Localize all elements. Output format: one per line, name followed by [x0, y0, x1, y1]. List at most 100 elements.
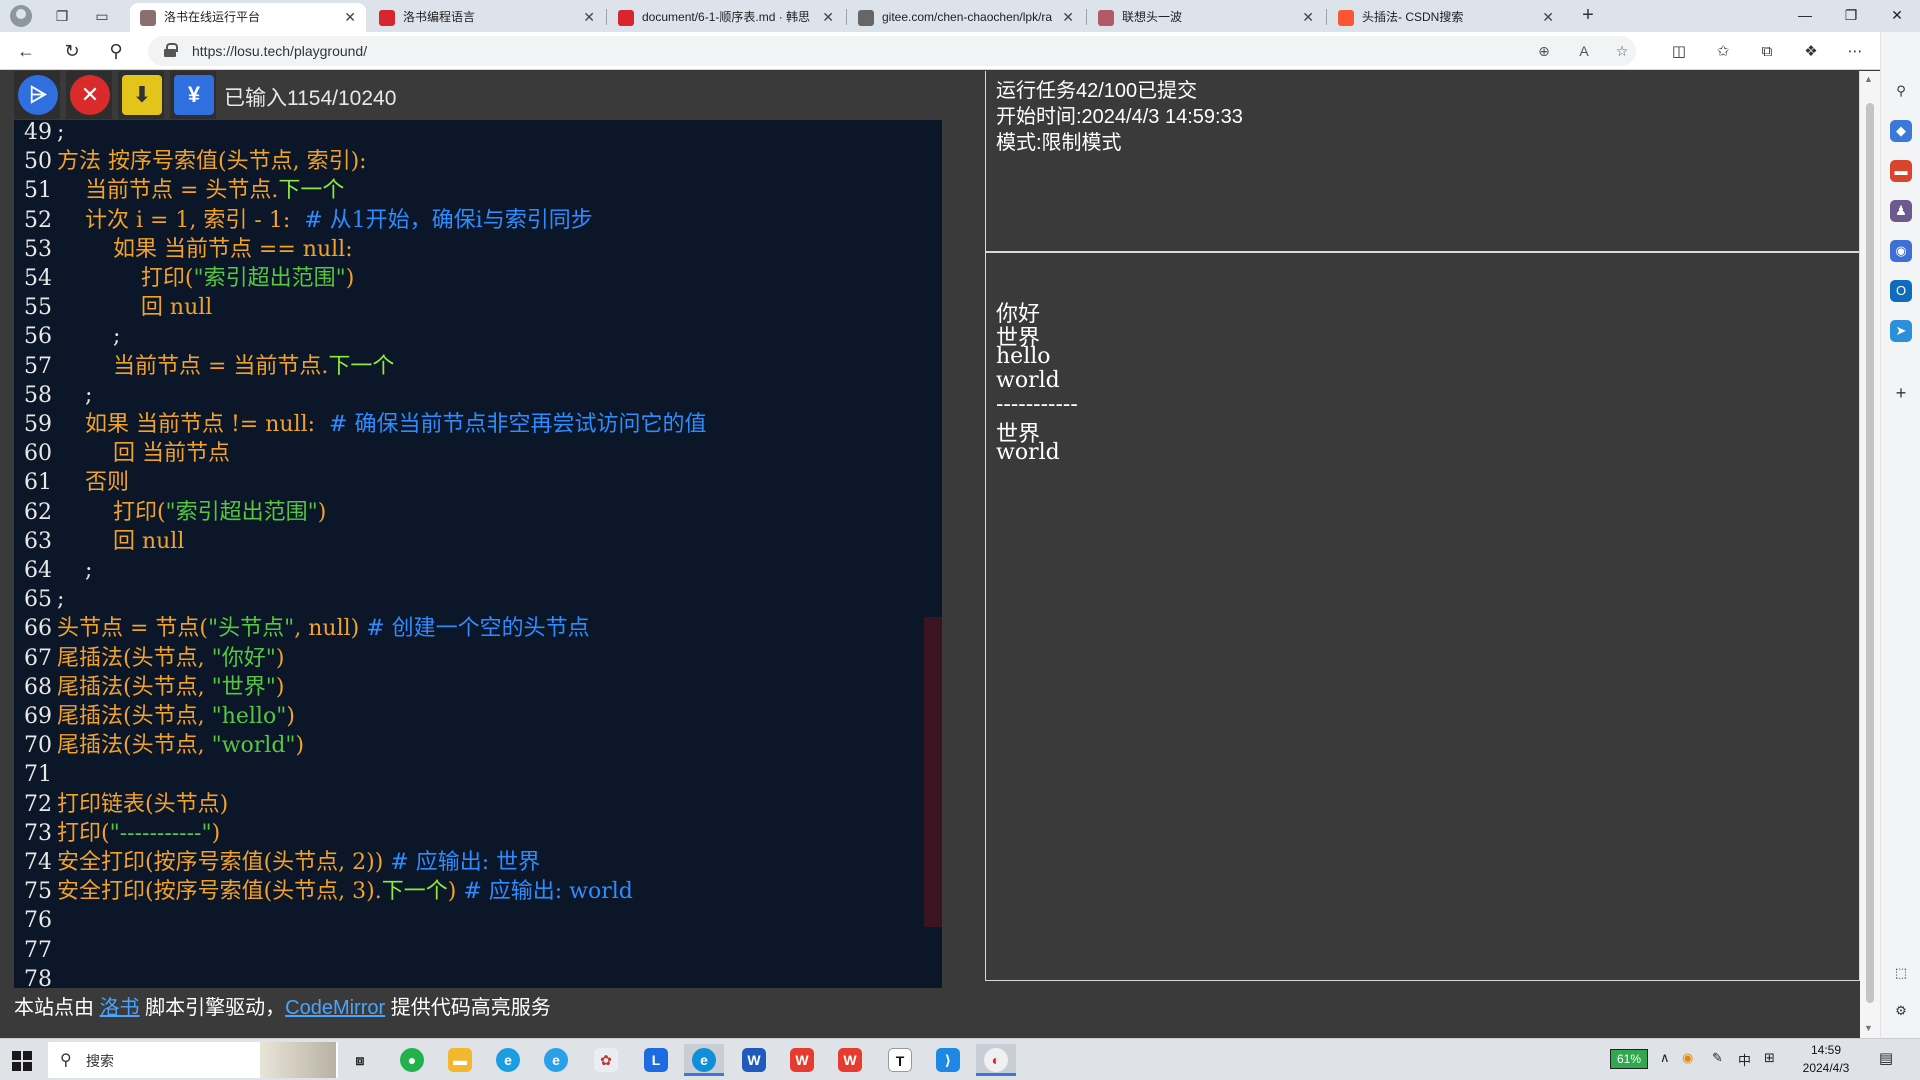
code-line[interactable]: 71 [14, 760, 942, 789]
codemirror-link[interactable]: CodeMirror [285, 997, 385, 1019]
lock-icon[interactable] [164, 43, 178, 57]
code-line[interactable]: 59 如果 当前节点 != null: # 确保当前节点非空再尝试访问它的值 [14, 410, 942, 439]
read-aloud-icon[interactable]: A [1574, 41, 1594, 61]
collections-icon[interactable]: ⧉ [1756, 41, 1778, 63]
url-field[interactable]: https://losu.tech/playground/ ⊕ A ☆ [148, 36, 1636, 66]
refresh-button[interactable]: ↻ [60, 40, 84, 62]
run-button[interactable]: ⩥ [14, 71, 60, 119]
code-line[interactable]: 67 尾插法(头节点, "你好") [14, 644, 942, 673]
code-line[interactable]: 54 打印("索引超出范围") [14, 264, 942, 293]
split-screen-icon[interactable]: ◫ [1668, 41, 1690, 63]
url-text[interactable]: https://losu.tech/playground/ [192, 36, 367, 66]
code-line[interactable]: 60 回 当前节点 [14, 439, 942, 468]
pen-icon[interactable]: ✎ [1712, 1050, 1723, 1066]
extensions-icon[interactable]: ❖ [1800, 41, 1822, 63]
taskbar-app-active[interactable]: ◐ [976, 1044, 1016, 1076]
more-menu-icon[interactable]: ⋯ [1844, 41, 1866, 63]
notification-icon[interactable]: ▤ [1876, 1049, 1896, 1069]
code-line[interactable]: 69 尾插法(头节点, "hello") [14, 702, 942, 731]
sidebar-office-icon[interactable]: ◉ [1890, 240, 1912, 262]
close-tab-icon[interactable]: ✕ [1302, 3, 1314, 32]
code-editor[interactable]: 49; 50 方法 按序号索值(头节点, 索引): 51 当前节点 = 头节点.下一个… [14, 120, 942, 988]
code-line[interactable]: 75 安全打印(按序号索值(头节点, 3).下一个) # 应输出: world [14, 877, 942, 906]
sidebar-screenshot-icon[interactable]: ⬚ [1890, 962, 1912, 984]
code-line[interactable]: 65; [14, 585, 942, 614]
code-line[interactable]: 61 否则 [14, 468, 942, 497]
search-icon[interactable]: ⚲ [104, 40, 128, 62]
sidebar-settings-icon[interactable]: ⚙ [1890, 1000, 1912, 1022]
code-line[interactable]: 73 打印("-----------") [14, 819, 942, 848]
back-button[interactable]: ← [14, 40, 38, 62]
taskbar-lenovo[interactable]: L [636, 1044, 676, 1076]
code-line[interactable]: 66 头节点 = 节点("头节点", null) # 创建一个空的头节点 [14, 614, 942, 643]
code-line[interactable]: 56 ; [14, 322, 942, 351]
download-button[interactable]: ⬇ [118, 71, 164, 119]
taskbar-typora[interactable]: T [880, 1044, 920, 1076]
minimize-button[interactable]: — [1782, 0, 1828, 32]
sidebar-search-icon[interactable]: ⚲ [1890, 80, 1912, 102]
code-line[interactable]: 53 如果 当前节点 == null: [14, 235, 942, 264]
restore-button[interactable]: ❐ [1828, 0, 1874, 32]
sidebar-outlook-icon[interactable]: O [1890, 280, 1912, 302]
close-tab-icon[interactable]: ✕ [344, 3, 356, 32]
tray-expand-icon[interactable]: ∧ [1660, 1050, 1670, 1066]
taskbar-search[interactable]: ⚲ 搜索 [48, 1042, 338, 1078]
taskbar-wps2[interactable]: W [830, 1044, 870, 1076]
code-line[interactable]: 68 尾插法(头节点, "世界") [14, 673, 942, 702]
sidebar-tools-icon[interactable]: ▬ [1890, 160, 1912, 182]
luoshu-link[interactable]: 洛书 [100, 997, 140, 1019]
taskbar-word[interactable]: W [734, 1044, 774, 1076]
keyboard-layout-icon[interactable]: ⊞ [1764, 1050, 1775, 1066]
task-view-button[interactable]: ⧈ [340, 1044, 380, 1076]
sidebar-shopping-icon[interactable]: ◆ [1890, 120, 1912, 142]
code-line[interactable]: 57 当前节点 = 当前节点.下一个 [14, 352, 942, 381]
close-window-button[interactable]: ✕ [1874, 0, 1920, 32]
code-line[interactable]: 58 ; [14, 381, 942, 410]
taskbar-ie[interactable]: e [536, 1044, 576, 1076]
taskbar-app-pinwheel[interactable]: ✿ [586, 1044, 626, 1076]
page-scrollbar[interactable]: ▲ ▼ [1860, 71, 1880, 1038]
code-line[interactable]: 77 [14, 936, 942, 965]
close-tab-icon[interactable]: ✕ [1542, 3, 1554, 32]
scrollbar-thumb[interactable] [1866, 103, 1874, 1003]
code-line[interactable]: 72 打印链表(头节点) [14, 790, 942, 819]
code-line[interactable]: 52 计次 i = 1, 索引 - 1: # 从1开始，确保i与索引同步 [14, 206, 942, 235]
taskbar-wechat[interactable]: ● [392, 1044, 432, 1076]
ime-indicator[interactable]: 中 [1738, 1050, 1751, 1069]
browser-tab[interactable]: document/6-1-顺序表.md · 韩思 ✕ [608, 3, 844, 32]
code-line[interactable]: 50 方法 按序号索值(头节点, 索引): [14, 147, 942, 176]
zoom-icon[interactable]: ⊕ [1534, 41, 1554, 61]
battery-indicator[interactable]: 61% [1610, 1049, 1648, 1069]
close-tab-icon[interactable]: ✕ [822, 3, 834, 32]
system-clock[interactable]: 14:59 2024/4/3 [1788, 1041, 1864, 1077]
code-line[interactable]: 51 当前节点 = 头节点.下一个 [14, 176, 942, 205]
code-line[interactable]: 55 回 null [14, 293, 942, 322]
code-line[interactable]: 78 [14, 965, 942, 988]
browser-tab[interactable]: 头插法- CSDN搜索 ✕ [1328, 3, 1564, 32]
browser-tab[interactable]: gitee.com/chen-chaochen/lpk/ra ✕ [848, 3, 1084, 32]
browser-tab[interactable]: 联想头一波 ✕ [1088, 3, 1324, 32]
tab-actions-icon[interactable]: ▭ [92, 6, 112, 26]
luoshu-button[interactable]: ¥ [170, 71, 216, 119]
code-line[interactable]: 49; [14, 120, 942, 147]
browser-tab[interactable]: 洛书在线运行平台 ✕ [130, 3, 366, 32]
taskbar-wps[interactable]: W [782, 1044, 822, 1076]
start-button[interactable] [12, 1051, 32, 1071]
profile-icon[interactable] [10, 5, 32, 27]
taskbar-vscode[interactable]: ⟩ [928, 1044, 968, 1076]
tray-app-icon[interactable]: ◉ [1682, 1050, 1693, 1066]
code-line[interactable]: 70 尾插法(头节点, "world") [14, 731, 942, 760]
taskbar-explorer[interactable]: ▬ [440, 1044, 480, 1076]
code-line[interactable]: 63 回 null [14, 527, 942, 556]
browser-tab[interactable]: 洛书编程语言 ✕ [369, 3, 605, 32]
code-line[interactable]: 64 ; [14, 556, 942, 585]
sidebar-add-icon[interactable]: + [1890, 382, 1912, 404]
editor-scrollbar[interactable] [924, 617, 942, 927]
code-line[interactable]: 62 打印("索引超出范围") [14, 498, 942, 527]
favorites-icon[interactable]: ✩ [1712, 41, 1734, 63]
stop-button[interactable]: ✕ [66, 71, 112, 119]
code-line[interactable]: 76 [14, 906, 942, 935]
new-tab-button[interactable]: + [1576, 3, 1600, 29]
taskbar-edge[interactable]: e [488, 1044, 528, 1076]
close-tab-icon[interactable]: ✕ [583, 3, 595, 32]
